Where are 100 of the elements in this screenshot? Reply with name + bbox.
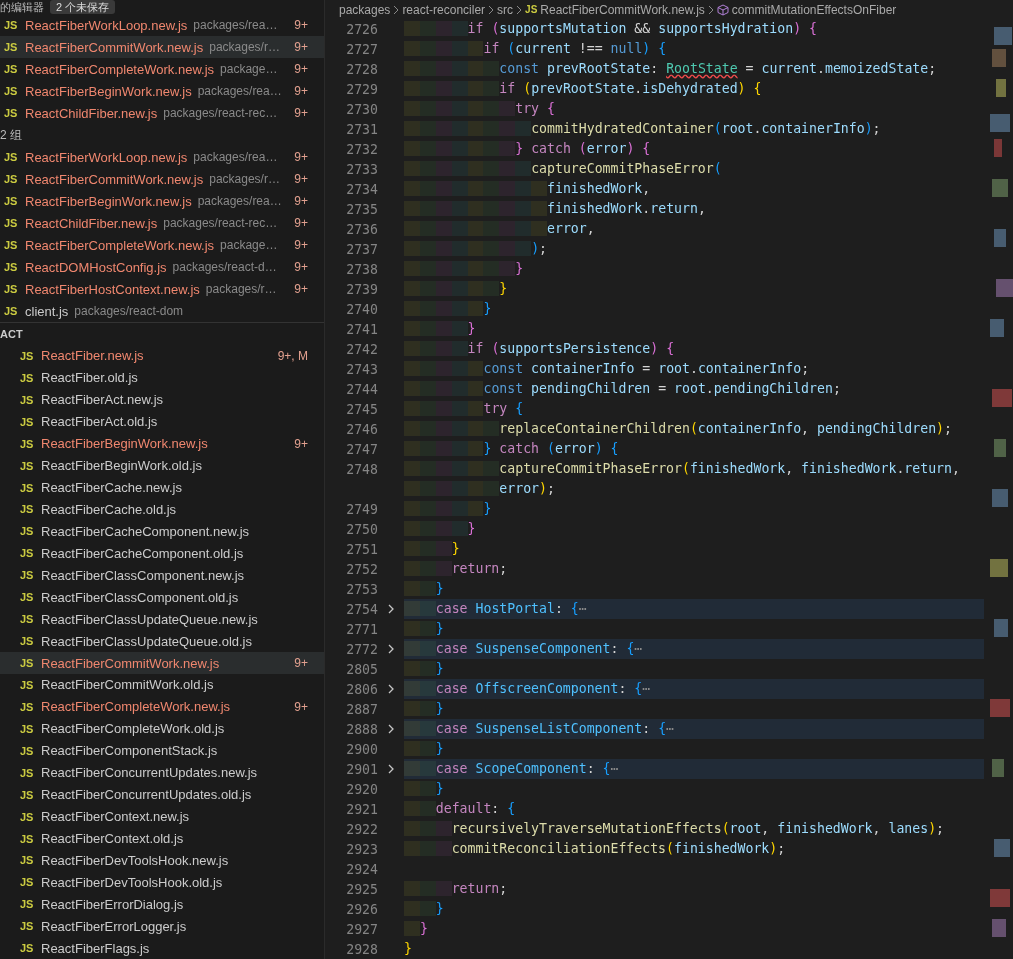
code-line: } [404,279,984,299]
file-item[interactable]: JS ReactFiberBeginWork.new.js packages/rea… 9+ [0,190,324,212]
file-item[interactable]: JS ReactChildFiber.new.js packages/react-rec… 9+ [0,102,324,124]
file-item[interactable]: JS ReactFiberCompleteWork.new.js package… 9+ [0,234,324,256]
file-item[interactable]: JS ReactFiberComponentStack.js [0,739,324,762]
file-item[interactable]: JS ReactFiberConcurrentUpdates.new.js [0,761,324,784]
file-item[interactable]: JS ReactFiberAct.old.js [0,410,324,433]
file-item[interactable]: JS ReactFiber.old.js [0,366,324,389]
file-item[interactable]: JS ReactFiberBeginWork.old.js [0,454,324,477]
line-number: 2749 [345,501,378,517]
file-name: ReactFiberBeginWork.new.js [25,83,192,99]
file-item[interactable]: JS ReactFiberAct.new.js [0,388,324,411]
file-item[interactable]: JS ReactFiberClassComponent.new.js [0,564,324,587]
problem-count: 9+ [294,150,308,164]
file-item[interactable]: JS ReactFiberWorkLoop.new.js packages/rea… 9+ [0,14,324,36]
file-item[interactable]: JS ReactFiberCommitWork.old.js [0,674,324,696]
file-item[interactable]: JS client.js packages/react-dom [0,300,324,322]
file-item[interactable]: JS ReactFiberContext.new.js [0,805,324,828]
file-item[interactable]: JS ReactFiberContext.old.js [0,827,324,850]
line-number: 2728 [345,61,378,77]
file-item[interactable]: JS ReactFiberWorkLoop.new.js packages/rea… 9+ [0,146,324,168]
file-name: ReactFiberCache.old.js [41,501,177,517]
file-path: packages/rea… [197,194,282,208]
file-item[interactable]: JS ReactFiberCompleteWork.new.js package… 9+ [0,58,324,80]
line-number: 2926 [345,901,378,917]
file-item[interactable]: JS ReactFiberCompleteWork.old.js [0,717,324,740]
file-path: packages/react-d… [172,260,277,274]
file-path: packages/r… [209,172,280,186]
breadcrumb-item[interactable]: commitMutationEffectsOnFiber [731,2,897,17]
line-number: 2739 [345,281,378,297]
file-item[interactable]: JS ReactFiberErrorDialog.js [0,893,324,916]
file-item[interactable]: JS ReactFiber.new.js 9+, M [0,344,324,367]
line-number: 2750 [345,521,378,537]
js-file-icon: JS [4,217,25,229]
file-item[interactable]: JS ReactFiberDevToolsHook.old.js [0,871,324,894]
js-file-icon: JS [20,349,41,362]
file-item[interactable]: JS ReactFiberClassComponent.old.js [0,586,324,609]
problem-count: 9+ [294,84,308,98]
file-item[interactable]: JS ReactFiberFlags.js [0,937,324,959]
chevron-right-icon[interactable] [387,683,395,695]
file-item[interactable]: JS ReactFiberCommitWork.new.js packages/r… 9+ [0,168,324,190]
file-item[interactable]: JS ReactFiberCache.new.js [0,476,324,499]
file-item[interactable]: JS ReactFiberBeginWork.new.js 9+ [0,432,324,455]
section-title[interactable]: ACT [0,327,23,340]
line-number: 2928 [345,941,378,957]
file-item[interactable]: JS ReactFiberErrorLogger.js [0,915,324,938]
js-file-icon: JS [20,722,41,735]
group-label: 2 组 [0,126,22,144]
chevron-right-icon[interactable] [387,643,395,655]
file-name: ReactChildFiber.new.js [25,105,158,121]
problem-count: 9+ [294,18,308,32]
js-file-icon: JS [20,503,41,516]
file-item[interactable]: JS ReactFiberCompleteWork.new.js 9+ [0,695,324,718]
file-item[interactable]: JS ReactFiberHostContext.new.js packages/r… 9+ [0,278,324,300]
problem-count: 9+ [294,62,308,76]
code-line: } [404,659,984,679]
breadcrumb-item[interactable]: packages [339,2,391,17]
chevron-right-icon[interactable] [387,723,395,735]
chevron-right-icon[interactable] [387,603,395,615]
file-item[interactable]: JS ReactFiberConcurrentUpdates.old.js [0,783,324,806]
js-file-icon: JS [20,744,41,757]
code-line: } catch (error) { [404,439,984,459]
file-item[interactable]: JS ReactFiberCacheComponent.new.js [0,520,324,543]
file-item[interactable]: JS ReactFiberDevToolsHook.new.js [0,849,324,872]
file-name: ReactFiberCacheComponent.new.js [41,523,250,539]
file-item[interactable]: JS ReactFiberCommitWork.new.js 9+ [0,652,324,674]
problem-count: 9+ [294,40,308,54]
code-line: finishedWork.return, [404,199,984,219]
file-item[interactable]: JS ReactDOMHostConfig.js packages/react-d… 9+ [0,256,324,278]
js-file-icon: JS [20,657,41,670]
js-file-icon: JS [20,525,41,538]
file-name: ReactFiberCacheComponent.old.js [41,545,244,561]
breadcrumb-item[interactable]: src [497,2,514,17]
js-file-icon: JS [20,898,41,911]
line-number: 2772 [345,641,378,657]
file-name: ReactFiberClassUpdateQueue.old.js [41,633,252,649]
file-path: packages/rea… [197,84,282,98]
js-file-icon: JS [4,63,25,75]
file-item[interactable]: JS ReactChildFiber.new.js packages/react-rec… 9+ [0,212,324,234]
file-item[interactable]: JS ReactFiberClassUpdateQueue.new.js [0,608,324,631]
file-item[interactable]: JS ReactFiberCacheComponent.old.js [0,542,324,565]
code-line: if (supportsMutation && supportsHydration) { [404,19,984,39]
chevron-right-icon[interactable] [387,763,395,775]
file-name: ReactFiberCompleteWork.new.js [25,237,215,253]
chevron-right-icon [516,4,523,15]
file-item[interactable]: JS ReactFiberCommitWork.new.js packages/r… 9+ [0,36,324,58]
file-name: ReactFiberFlags.js [41,940,150,956]
file-item[interactable]: JS ReactFiberClassUpdateQueue.old.js [0,630,324,653]
code-line: if (prevRootState.isDehydrated) { [404,79,984,99]
line-number: 2730 [345,101,378,117]
breadcrumb-item[interactable]: react-reconciler [402,2,486,17]
file-item[interactable]: JS ReactFiberCache.old.js [0,498,324,521]
js-file-icon: JS [20,810,41,823]
js-file-icon: JS [20,788,41,801]
code-line: } [404,940,413,958]
breadcrumb-item[interactable]: ReactFiberCommitWork.new.js [540,2,705,17]
file-name: ReactFiberCache.new.js [41,480,182,496]
file-item[interactable]: JS ReactFiberBeginWork.new.js packages/rea… 9+ [0,80,324,102]
file-path: packages/react-dom [74,304,184,318]
file-name: ReactFiberAct.old.js [41,414,158,430]
